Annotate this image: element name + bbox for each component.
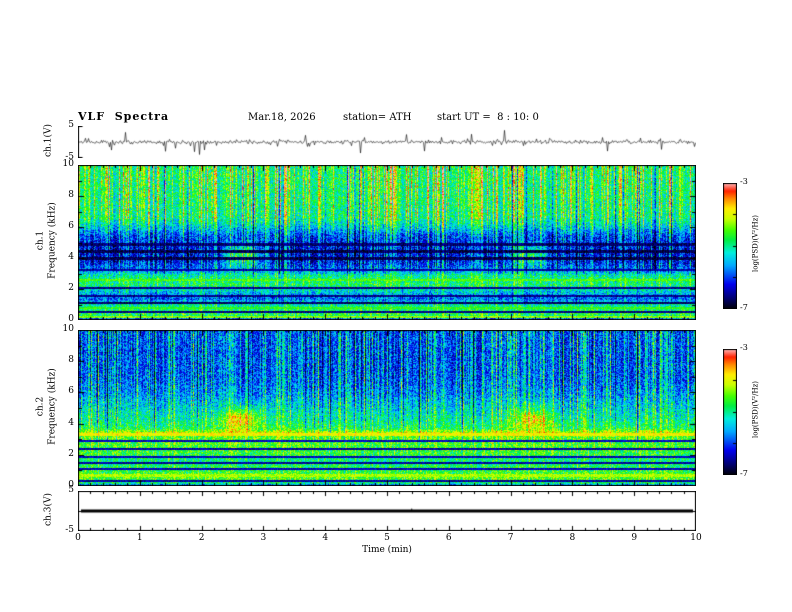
ch1-spectrogram (78, 165, 696, 320)
ch1-freq-tick-label: 0 (68, 314, 74, 324)
ch1-volt-tick-label: -5 (65, 152, 74, 162)
ch2-freq-tick-label: 4 (68, 417, 74, 428)
colorbar1-tick-label: -7 (740, 303, 748, 312)
ch1-freq-tick-label: 8 (68, 190, 74, 200)
time-axis-label: Time (min) (362, 545, 412, 555)
ch2-channel-axis-label: ch.2 (35, 396, 46, 417)
colorbar2-tick-label: -3 (740, 343, 748, 352)
colorbar2-tick-label: -7 (740, 469, 748, 478)
time-tick-label: 9 (631, 533, 638, 543)
ch3-volt-tick-label: -5 (65, 525, 74, 535)
ch3-waveform-plot (78, 491, 696, 531)
time-tick-label: 1 (136, 533, 143, 543)
ch2-colorbar (723, 349, 737, 475)
time-tick-label: 4 (322, 533, 329, 543)
time-tick-label: 2 (198, 533, 205, 543)
time-tick-label: 8 (569, 533, 576, 543)
colorbar1-axis-label: log(PSD)(V²/Hz) (751, 215, 760, 272)
time-tick-label: 6 (445, 533, 452, 543)
ch1-freq-tick-label: 6 (68, 221, 74, 231)
start-ut-label: start UT = 8 : 10: 0 (437, 112, 539, 123)
time-tick-label: 5 (384, 533, 390, 543)
ch1-waveform-plot (78, 126, 696, 158)
time-tick-label: 10 (690, 533, 702, 543)
colorbar1-tick-label: -3 (740, 177, 748, 186)
ch2-spectrogram (78, 330, 696, 486)
time-tick-label: 7 (507, 533, 514, 543)
station-label: station= ATH (343, 112, 412, 123)
ch1-channel-axis-label: ch.1 (35, 230, 46, 251)
time-tick-label: 0 (75, 533, 81, 543)
ch1-frequency-axis-label: Frequency (kHz) (47, 202, 58, 279)
ch1-freq-tick-label: 4 (68, 252, 74, 262)
ch2-freq-tick-label: 8 (68, 355, 74, 366)
ch2-freq-tick-label: 2 (68, 448, 74, 459)
ch2-frequency-axis-label: Frequency (kHz) (47, 368, 58, 445)
ch2-freq-tick-label: 10 (62, 324, 74, 334)
ch1-volt-tick-label: 5 (68, 120, 74, 130)
colorbar2-axis-label: log(PSD)(V²/Hz) (751, 381, 760, 438)
ch3-volt-tick-label: 5 (68, 485, 74, 495)
vlf-spectra-figure: VLF Spectra Mar.18, 2026 station= ATH st… (0, 0, 792, 612)
ch2-freq-tick-label: 6 (68, 386, 74, 397)
figure-title: VLF Spectra (78, 110, 170, 123)
ch1-colorbar (723, 183, 737, 309)
time-tick-label: 3 (260, 533, 267, 543)
ch1-freq-tick-label: 2 (68, 283, 74, 293)
date-label: Mar.18, 2026 (248, 112, 316, 123)
